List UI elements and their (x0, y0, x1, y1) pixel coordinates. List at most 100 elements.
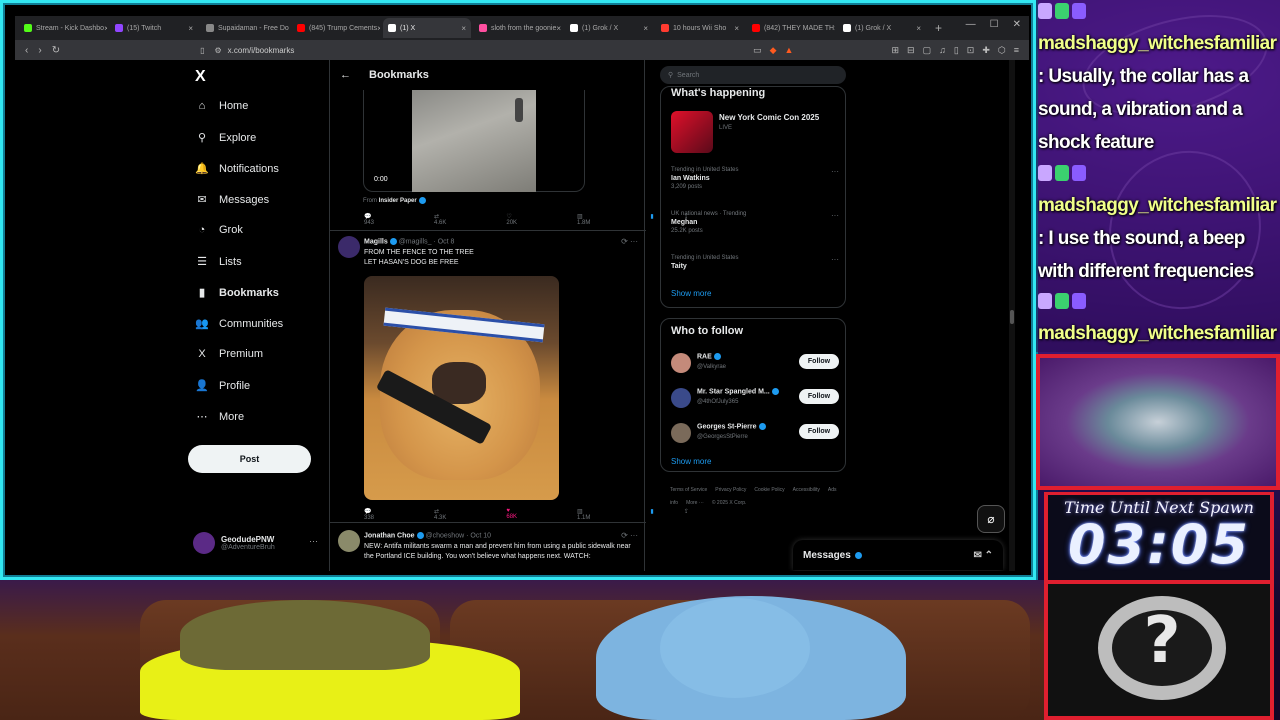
tweet-date[interactable]: · Oct 8 (433, 238, 454, 245)
nav-item-bookmarks[interactable]: ▮ Bookmarks (195, 286, 279, 300)
tweet-image[interactable] (364, 276, 559, 500)
nav-item-lists[interactable]: ☰ Lists (195, 255, 242, 269)
browser-tab[interactable]: (1) Grok / X × (565, 18, 653, 38)
browser-tab[interactable]: (1) Grok / X × (838, 18, 926, 38)
like-button[interactable]: ♡ 20K (506, 213, 547, 226)
scrollbar[interactable] (1009, 60, 1015, 571)
site-info-icon[interactable]: ⚙ (214, 46, 221, 55)
close-tab-icon[interactable]: × (643, 24, 648, 33)
follow-suggestion[interactable]: RAE @Valkyrae Follow (671, 351, 839, 379)
author-handle[interactable]: @choeshow (426, 532, 465, 539)
views-button[interactable]: ▥ 1.8M (577, 213, 620, 226)
close-tab-icon[interactable]: × (916, 24, 921, 33)
like-button[interactable]: ♥ 68K (506, 508, 547, 521)
bookmark-button[interactable]: ▮ (650, 508, 653, 521)
back-icon[interactable]: ‹ (25, 45, 28, 56)
follow-suggestion[interactable]: Mr. Star Spangled M... @4thOfJuly365 Follo… (671, 386, 839, 414)
nav-item-notifications[interactable]: 🔔 Notifications (195, 162, 279, 176)
follow-button[interactable]: Follow (799, 389, 839, 404)
browser-tab[interactable]: (15) Twitch × (110, 18, 198, 38)
nav-item-grok[interactable]: ◔ Grok (195, 224, 243, 236)
event-thumbnail[interactable] (671, 111, 713, 153)
account-switcher[interactable]: GeodudePNW @AdventureBruh ··· (193, 532, 318, 554)
browser-tab[interactable]: Supaidaman - Free Do× (201, 18, 289, 38)
reply-button[interactable]: 💬 338 (364, 508, 404, 521)
author-name[interactable]: Jonathan Choe (364, 532, 415, 539)
footer-link[interactable]: Accessibility (793, 487, 820, 493)
show-more-link[interactable]: Show more (671, 457, 711, 466)
search-input[interactable]: ⚲ Search (660, 66, 846, 84)
more-options-icon[interactable]: ··· (831, 255, 839, 264)
close-tab-icon[interactable]: × (377, 24, 380, 33)
nav-item-premium[interactable]: X Premium (195, 348, 263, 360)
nav-item-more[interactable]: ⋯ More (195, 410, 245, 424)
extension-icon[interactable]: ▢ (923, 45, 932, 56)
views-button[interactable]: ▥ 1.1M (577, 508, 620, 521)
avatar[interactable] (671, 353, 691, 373)
more-options-icon[interactable]: ⟳ ··· (621, 531, 638, 540)
close-tab-icon[interactable]: × (556, 24, 561, 33)
more-options-icon[interactable]: ··· (831, 167, 839, 176)
avatar[interactable] (671, 388, 691, 408)
reload-icon[interactable]: ↻ (52, 45, 60, 56)
close-icon[interactable]: ✕ (1013, 19, 1021, 30)
cast-icon[interactable]: ▭ (753, 45, 762, 56)
follow-button[interactable]: Follow (799, 424, 839, 439)
brave-shield-icon[interactable]: ◆ (770, 45, 777, 56)
extension-icon[interactable]: ⊟ (907, 45, 915, 56)
footer-link[interactable]: Cookie Policy (754, 487, 784, 493)
bookmark-button[interactable]: ▮ (650, 213, 653, 226)
puzzle-icon[interactable]: ✚ (982, 45, 990, 56)
menu-icon[interactable]: ≡ (1014, 45, 1019, 56)
browser-tab[interactable]: 10 hours Wii Sho × (656, 18, 744, 38)
more-options-icon[interactable]: ··· (831, 211, 839, 220)
browser-tab[interactable]: Stream - Kick Dashbo× (19, 18, 107, 38)
url-field[interactable]: x.com/i/bookmarks (228, 46, 295, 55)
messages-drawer[interactable]: Messages ✉ ⌃ (793, 540, 1003, 570)
new-tab-button[interactable]: + (935, 21, 942, 35)
author-handle[interactable]: @magills_ (399, 238, 432, 245)
avatar[interactable] (338, 236, 360, 258)
music-icon[interactable]: ♫ (939, 45, 946, 56)
minimize-icon[interactable]: — (966, 19, 976, 30)
avatar[interactable] (338, 530, 360, 552)
repost-button[interactable]: ⇄ 4.6K (434, 213, 476, 226)
footer-link[interactable]: Privacy Policy (715, 487, 746, 493)
close-tab-icon[interactable]: × (834, 24, 835, 33)
grok-button[interactable]: ⌀ (977, 505, 1005, 533)
close-tab-icon[interactable]: × (104, 24, 107, 33)
forward-icon[interactable]: › (38, 45, 41, 56)
avatar[interactable] (671, 423, 691, 443)
browser-tab[interactable]: sloth from the goonie × (474, 18, 562, 38)
reply-button[interactable]: 💬 943 (364, 213, 404, 226)
follow-button[interactable]: Follow (799, 354, 839, 369)
back-arrow-icon[interactable]: ← (340, 69, 351, 81)
close-tab-icon[interactable]: × (461, 24, 466, 33)
x-logo[interactable]: X (195, 68, 206, 86)
trend-item[interactable]: Trending in United States Taity ··· (671, 255, 841, 272)
more-options-icon[interactable]: ··· (309, 536, 318, 546)
browser-tab[interactable]: (845) Trump Cements× (292, 18, 380, 38)
maximize-icon[interactable]: ☐ (990, 19, 999, 30)
more-options-icon[interactable]: ⟳ ··· (621, 237, 638, 246)
tweet-date[interactable]: · Oct 10 (466, 532, 491, 539)
nav-item-explore[interactable]: ⚲ Explore (195, 131, 256, 145)
extension-icon[interactable]: ⊞ (891, 45, 899, 56)
trend-item[interactable]: UK national news · Trending Meghan 25.2K p… (671, 211, 841, 234)
footer-link[interactable]: Terms of Service (670, 487, 707, 493)
follow-suggestion[interactable]: Georges St-Pierre @GeorgesStPierre Follow (671, 421, 839, 449)
footer-link[interactable]: © 2025 X Corp. (712, 500, 747, 506)
extension-icon[interactable]: ⊡ (967, 45, 975, 56)
post-button[interactable]: Post (188, 445, 311, 473)
video-thumbnail[interactable] (412, 90, 536, 192)
author-name[interactable]: Magills (364, 238, 388, 245)
nav-item-communities[interactable]: 👥 Communities (195, 317, 283, 331)
trend-item[interactable]: Trending in United States Ian Watkins 3,20… (671, 167, 841, 190)
event-title[interactable]: New York Comic Con 2025 (719, 113, 819, 122)
footer-link[interactable]: More ··· (686, 500, 704, 506)
repost-button[interactable]: ⇄ 4.3K (434, 508, 476, 521)
source-name[interactable]: Insider Paper (379, 198, 417, 204)
rewards-icon[interactable]: ▲ (785, 45, 794, 56)
expand-icon[interactable]: ✉ ⌃ (973, 550, 993, 561)
show-more-link[interactable]: Show more (671, 289, 711, 298)
